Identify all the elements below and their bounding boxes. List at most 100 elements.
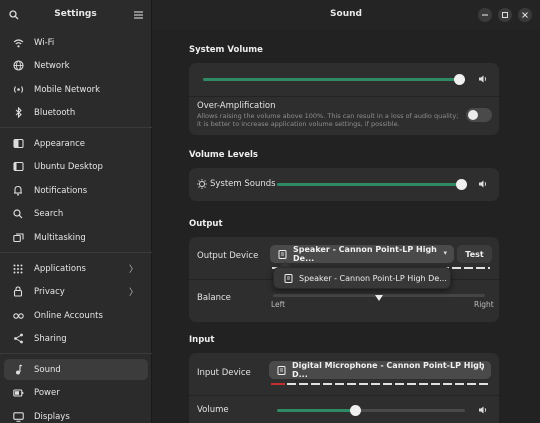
hamburger-menu-icon[interactable]: [130, 7, 146, 23]
share-icon: [12, 333, 24, 345]
close-button[interactable]: [518, 8, 532, 22]
main-panel: Sound System Volume Over-Amplification A…: [152, 0, 540, 423]
slider-fill: [277, 183, 462, 186]
mobile-network-icon: [12, 84, 24, 96]
sidebar-item-notifications[interactable]: Notifications: [4, 180, 148, 201]
online-accounts-icon: [12, 310, 24, 322]
sidebar-item-label: Mobile Network: [34, 84, 101, 95]
sidebar-item-label: Appearance: [34, 138, 86, 149]
maximize-button[interactable]: [498, 8, 512, 22]
speaker-volume-icon: [478, 74, 488, 84]
input-device-value: Digital Microphone - Cannon Point-LP Hig…: [292, 361, 485, 379]
slider-knob[interactable]: [455, 179, 467, 190]
network-icon: [12, 60, 24, 72]
section-title-volume-levels: Volume Levels: [189, 150, 258, 160]
system-volume-slider[interactable]: [203, 74, 466, 85]
sidebar-item-label: Online Accounts: [34, 310, 103, 321]
output-device-value: Speaker - Cannon Point-LP High De...: [293, 245, 437, 263]
sidebar-item-label: Multitasking: [34, 232, 86, 243]
sidebar-item-label: Applications: [34, 263, 86, 274]
input-level-peak: [271, 383, 285, 385]
sidebar-item-label: Sound: [34, 364, 61, 375]
power-icon: [12, 387, 24, 399]
sidebar-title: Settings: [54, 9, 97, 19]
sidebar: Settings Wi-Fi Network Mobile Network Bl…: [0, 0, 152, 423]
volume-levels-card: System Sounds: [189, 168, 499, 201]
multitasking-icon: [12, 232, 24, 244]
sidebar-item-ubuntu-desktop[interactable]: Ubuntu Desktop: [4, 156, 148, 177]
sidebar-item-search[interactable]: Search: [4, 203, 148, 224]
sidebar-item-label: Network: [34, 60, 70, 71]
toggle-knob: [468, 110, 478, 120]
output-device-popover[interactable]: Speaker - Cannon Point-LP High De...: [273, 267, 451, 289]
balance-label: Balance: [197, 293, 231, 303]
input-volume-slider[interactable]: [277, 405, 465, 416]
header-bar: Sound: [152, 0, 540, 30]
display-icon: [12, 411, 24, 423]
chevron-down-icon: ▾: [480, 365, 484, 373]
over-amplification-description: Allows raising the volume above 100%. Th…: [197, 112, 459, 128]
sidebar-item-label: Wi-Fi: [34, 37, 55, 48]
sidebar-item-label: Power: [34, 387, 60, 398]
slider-fill: [277, 409, 356, 412]
sidebar-item-displays[interactable]: Displays: [4, 406, 148, 423]
sidebar-item-mobile-network[interactable]: Mobile Network: [4, 79, 148, 100]
input-card: Input Device Digital Microphone - Cannon…: [189, 353, 499, 423]
speaker-device-icon: [284, 273, 293, 283]
slider-fill: [203, 78, 460, 81]
sidebar-item-privacy[interactable]: Privacy 〉: [4, 281, 148, 302]
sidebar-item-label: Displays: [34, 411, 70, 422]
sidebar-item-multitasking[interactable]: Multitasking: [4, 227, 148, 248]
bell-icon: [12, 185, 24, 197]
sidebar-item-network[interactable]: Network: [4, 55, 148, 76]
microphone-volume-icon: [478, 405, 488, 415]
sidebar-item-power[interactable]: Power: [4, 382, 148, 403]
balance-right-label: Right: [474, 300, 494, 309]
ubuntu-desktop-icon: [12, 161, 24, 173]
sidebar-item-sound[interactable]: Sound: [4, 359, 148, 380]
sidebar-divider: [0, 127, 152, 128]
sidebar-item-sharing[interactable]: Sharing: [4, 328, 148, 349]
sidebar-divider: [0, 252, 152, 253]
bluetooth-icon: [12, 107, 24, 119]
sidebar-item-label: Ubuntu Desktop: [34, 161, 103, 172]
sidebar-item-wifi[interactable]: Wi-Fi: [4, 32, 148, 53]
sidebar-item-online-accounts[interactable]: Online Accounts: [4, 305, 148, 326]
chevron-right-icon: 〉: [128, 288, 138, 298]
input-device-label: Input Device: [197, 368, 251, 378]
sidebar-item-label: Privacy: [34, 286, 65, 297]
popover-option[interactable]: Speaker - Cannon Point-LP High De...: [299, 274, 447, 283]
input-device-dropdown[interactable]: Digital Microphone - Cannon Point-LP Hig…: [269, 361, 491, 379]
system-sounds-slider[interactable]: [277, 179, 467, 190]
test-button[interactable]: Test: [457, 245, 492, 263]
minimize-button[interactable]: [478, 8, 492, 22]
appearance-icon: [12, 138, 24, 150]
sidebar-item-appearance[interactable]: Appearance: [4, 133, 148, 154]
balance-left-label: Left: [271, 300, 286, 309]
sidebar-item-applications[interactable]: Applications 〉: [4, 258, 148, 279]
system-volume-card: Over-Amplification Allows raising the vo…: [189, 63, 499, 135]
output-device-dropdown[interactable]: Speaker - Cannon Point-LP High De... ▾: [270, 245, 454, 263]
chevron-down-icon: ▾: [443, 249, 447, 257]
slider-knob[interactable]: [350, 405, 362, 416]
slider-knob[interactable]: [454, 74, 466, 85]
sidebar-divider: [0, 353, 152, 354]
over-amplification-toggle[interactable]: [466, 108, 492, 122]
section-title-input: Input: [189, 335, 215, 345]
music-note-icon: [12, 364, 24, 376]
sidebar-item-label: Notifications: [34, 185, 88, 196]
row-separator: [189, 395, 499, 396]
output-device-label: Output Device: [197, 251, 259, 261]
section-title-output: Output: [189, 219, 223, 229]
lock-icon: [12, 286, 24, 298]
sidebar-item-label: Bluetooth: [34, 107, 76, 118]
system-sounds-icon: [197, 179, 207, 189]
balance-marker[interactable]: [375, 295, 383, 301]
sidebar-item-bluetooth[interactable]: Bluetooth: [4, 102, 148, 123]
row-separator: [189, 96, 499, 97]
speaker-device-icon: [278, 249, 287, 259]
system-sounds-label: System Sounds: [210, 179, 276, 189]
input-volume-label: Volume: [197, 405, 229, 415]
input-level-meter: [287, 383, 490, 385]
over-amplification-label: Over-Amplification: [197, 101, 276, 111]
